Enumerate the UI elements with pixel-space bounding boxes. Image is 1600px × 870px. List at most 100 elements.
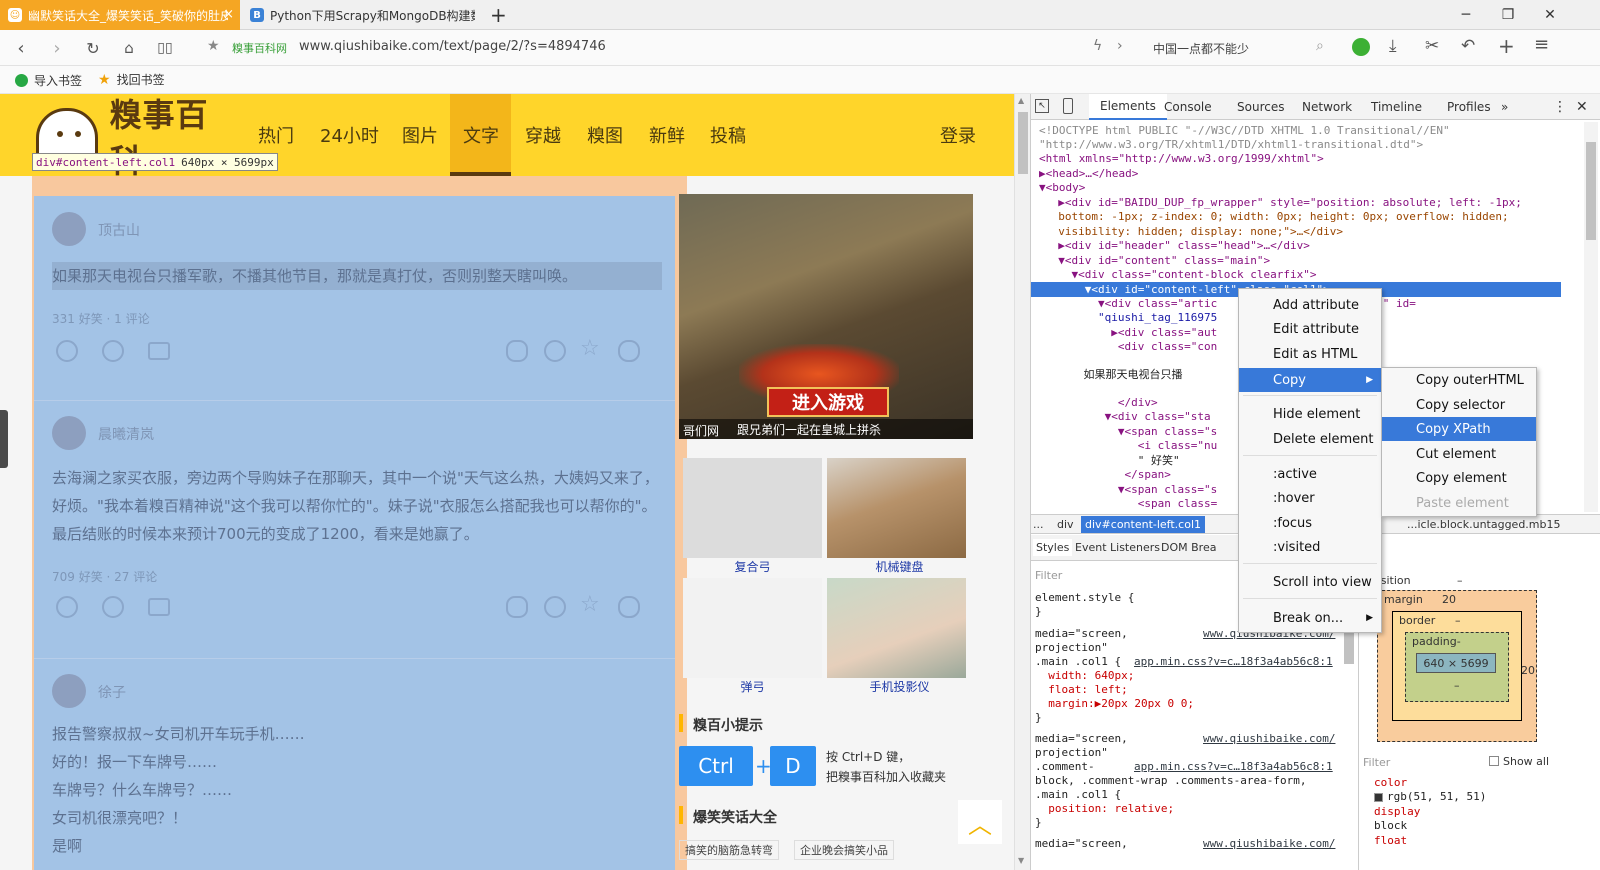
product-image-bow[interactable]	[683, 458, 822, 558]
qzone-share-icon[interactable]	[544, 596, 566, 618]
restore-button[interactable]: ❐	[1488, 0, 1528, 30]
dom-scroll-thumb[interactable]	[1586, 142, 1596, 240]
dom-scrollbar[interactable]	[1584, 122, 1598, 512]
devtools-close-icon[interactable]: ✕	[1576, 94, 1588, 120]
new-tab-button[interactable]: +	[490, 3, 507, 27]
dom-line[interactable]: </div>	[1045, 396, 1158, 411]
dom-line[interactable]: bottom: -1px; z-index: 0; width: 0px; he…	[1045, 210, 1508, 225]
nav-travel[interactable]: 穿越	[525, 94, 561, 176]
login-link[interactable]: 登录	[940, 94, 976, 176]
tab-event-listeners[interactable]: Event Listeners	[1075, 541, 1160, 554]
username[interactable]: 徐子	[98, 682, 126, 702]
dom-line[interactable]: ▶<div class="aut	[1045, 326, 1217, 341]
chevron-right-icon[interactable]: ›	[1117, 38, 1123, 54]
close-window-button[interactable]: ✕	[1530, 0, 1570, 30]
bookmark-recover[interactable]: ★ 找回书签	[98, 71, 165, 88]
menu-item-visited[interactable]: :visited	[1239, 535, 1381, 559]
computed-filter[interactable]: Filter	[1363, 756, 1390, 769]
back-icon[interactable]: ‹	[8, 36, 34, 60]
smile-icon[interactable]	[56, 340, 78, 362]
smile-icon[interactable]	[56, 596, 78, 618]
reload-icon[interactable]: ↻	[80, 36, 106, 60]
scissors-icon[interactable]: ✂	[1425, 36, 1439, 56]
css-line[interactable]: position: relative;	[1035, 802, 1174, 817]
favorite-icon[interactable]: ☆	[580, 336, 600, 361]
devtools-tab-profiles[interactable]: Profiles	[1447, 94, 1491, 120]
search-input[interactable]: 中国一点都不能少	[1153, 40, 1249, 57]
dom-line[interactable]: "http://www.w3.org/TR/xhtml1/DTD/xhtml1-…	[1039, 138, 1423, 153]
undo-icon[interactable]: ↶	[1461, 36, 1475, 56]
bottom-link[interactable]: 企业晚会搞笑小品	[794, 840, 894, 860]
menu-item-cut-element[interactable]: Cut element	[1382, 442, 1536, 466]
product-image-keyboard[interactable]	[827, 458, 966, 558]
product-name[interactable]: 手机投影仪	[826, 678, 973, 695]
breadcrumb-item[interactable]: ...	[1033, 518, 1044, 531]
content-box[interactable]: 640 × 5699	[1416, 653, 1496, 673]
breadcrumb-item[interactable]: div	[1057, 518, 1074, 531]
dom-line[interactable]: </span>	[1045, 468, 1170, 483]
dom-line[interactable]: <div class="con	[1045, 340, 1217, 355]
close-tab-icon[interactable]: ×	[223, 7, 234, 22]
computed-prop[interactable]: color	[1374, 776, 1407, 791]
wechat-icon[interactable]	[1352, 38, 1370, 56]
product-name[interactable]: 机械键盘	[826, 558, 973, 575]
computed-value[interactable]: block	[1374, 819, 1407, 834]
menu-item-focus[interactable]: :focus	[1239, 511, 1381, 535]
post-line[interactable]: 是啊	[52, 832, 662, 860]
scroll-thumb[interactable]	[1018, 112, 1028, 174]
username[interactable]: 晨曦清岚	[98, 424, 154, 444]
css-line[interactable]: media="screen,	[1035, 837, 1128, 852]
post-line[interactable]: 报告警察叔叔~女司机开车玩手机……	[52, 720, 662, 748]
product-image-projector[interactable]	[827, 578, 966, 678]
dom-line[interactable]: <!DOCTYPE html PUBLIC "-//W3C//DTD XHTML…	[1039, 124, 1450, 139]
css-source-link[interactable]: www.qiushibaike.com/	[1203, 837, 1335, 852]
menu-item-hover[interactable]: :hover	[1239, 486, 1381, 510]
menu-item-edit-as-html[interactable]: Edit as HTML	[1239, 342, 1381, 366]
devtools-tab-sources[interactable]: Sources	[1237, 94, 1284, 120]
menu-item-copy[interactable]: Copy ▶	[1239, 368, 1381, 392]
css-source-link[interactable]: app.min.css?v=c…18f3a4ab56c8:1	[1134, 655, 1333, 670]
menu-item-scroll-into-view[interactable]: Scroll into view	[1239, 570, 1381, 594]
css-line[interactable]: width: 640px;	[1035, 669, 1134, 684]
lightning-icon[interactable]: ϟ	[1093, 38, 1102, 54]
nav-submit[interactable]: 投稿	[710, 94, 746, 176]
css-line[interactable]: .main .col1 {	[1035, 655, 1121, 670]
more-tabs-icon[interactable]: »	[1501, 94, 1508, 120]
menu-item-add-attribute[interactable]: Add attribute	[1239, 293, 1381, 317]
add-icon[interactable]: +	[1498, 34, 1515, 58]
show-all-label[interactable]: Show all	[1503, 755, 1549, 768]
css-line[interactable]: margin:▶20px 20px 0 0;	[1035, 697, 1194, 712]
dom-line[interactable]: ▼<div class="content-block clearfix">	[1045, 268, 1316, 283]
post-line[interactable]: 车牌号？什么车牌号？……	[52, 776, 662, 804]
scroll-up-icon[interactable]: ▲	[1018, 96, 1024, 105]
inspect-element-icon[interactable]: ↖	[1035, 99, 1049, 113]
post-line[interactable]: 女司机很漂亮吧？！	[52, 804, 662, 832]
dom-line[interactable]: ▶<div id="header" class="head">…</div>	[1045, 239, 1310, 254]
breadcrumb-item-selected[interactable]: div#content-left.col1	[1081, 516, 1205, 533]
nav-fresh[interactable]: 新鲜	[649, 94, 685, 176]
avatar[interactable]	[52, 416, 86, 450]
download-icon[interactable]: ⤓	[1389, 36, 1397, 56]
dom-line[interactable]: <html xmlns="http://www.w3.org/1999/xhtm…	[1039, 152, 1324, 167]
product-image-slingshot[interactable]	[683, 578, 822, 678]
menu-item-hide-element[interactable]: Hide element	[1239, 402, 1381, 426]
dom-line[interactable]: visibility: hidden; display: none;">…</d…	[1045, 225, 1343, 240]
padding-box[interactable]: padding- 640 × 5699 –	[1405, 632, 1509, 702]
menu-item-paste-element[interactable]: Paste element	[1382, 491, 1536, 515]
ad-banner[interactable]: 进入游戏 哥们网 跟兄弟们一起在皇城上拼杀	[679, 194, 973, 439]
nav-text[interactable]: 文字	[463, 94, 499, 176]
computed-prop[interactable]: display	[1374, 805, 1420, 820]
dom-line[interactable]: ▼<div class="sta	[1045, 410, 1211, 425]
tab-styles[interactable]: Styles	[1033, 539, 1073, 556]
menu-item-active[interactable]: :active	[1239, 462, 1381, 486]
comment-icon[interactable]	[148, 342, 170, 360]
devtools-tab-network[interactable]: Network	[1302, 94, 1352, 120]
menu-item-edit-attribute[interactable]: Edit attribute	[1239, 317, 1381, 341]
nav-images[interactable]: 图片	[402, 94, 438, 176]
styles-filter[interactable]: Filter	[1035, 569, 1062, 582]
device-mode-icon[interactable]	[1063, 98, 1073, 114]
dom-line[interactable]: "qiushi_tag_116975	[1045, 311, 1217, 326]
wechat-share-icon[interactable]	[506, 340, 528, 362]
product-name[interactable]: 弹弓	[679, 678, 826, 695]
frown-icon[interactable]	[102, 340, 124, 362]
